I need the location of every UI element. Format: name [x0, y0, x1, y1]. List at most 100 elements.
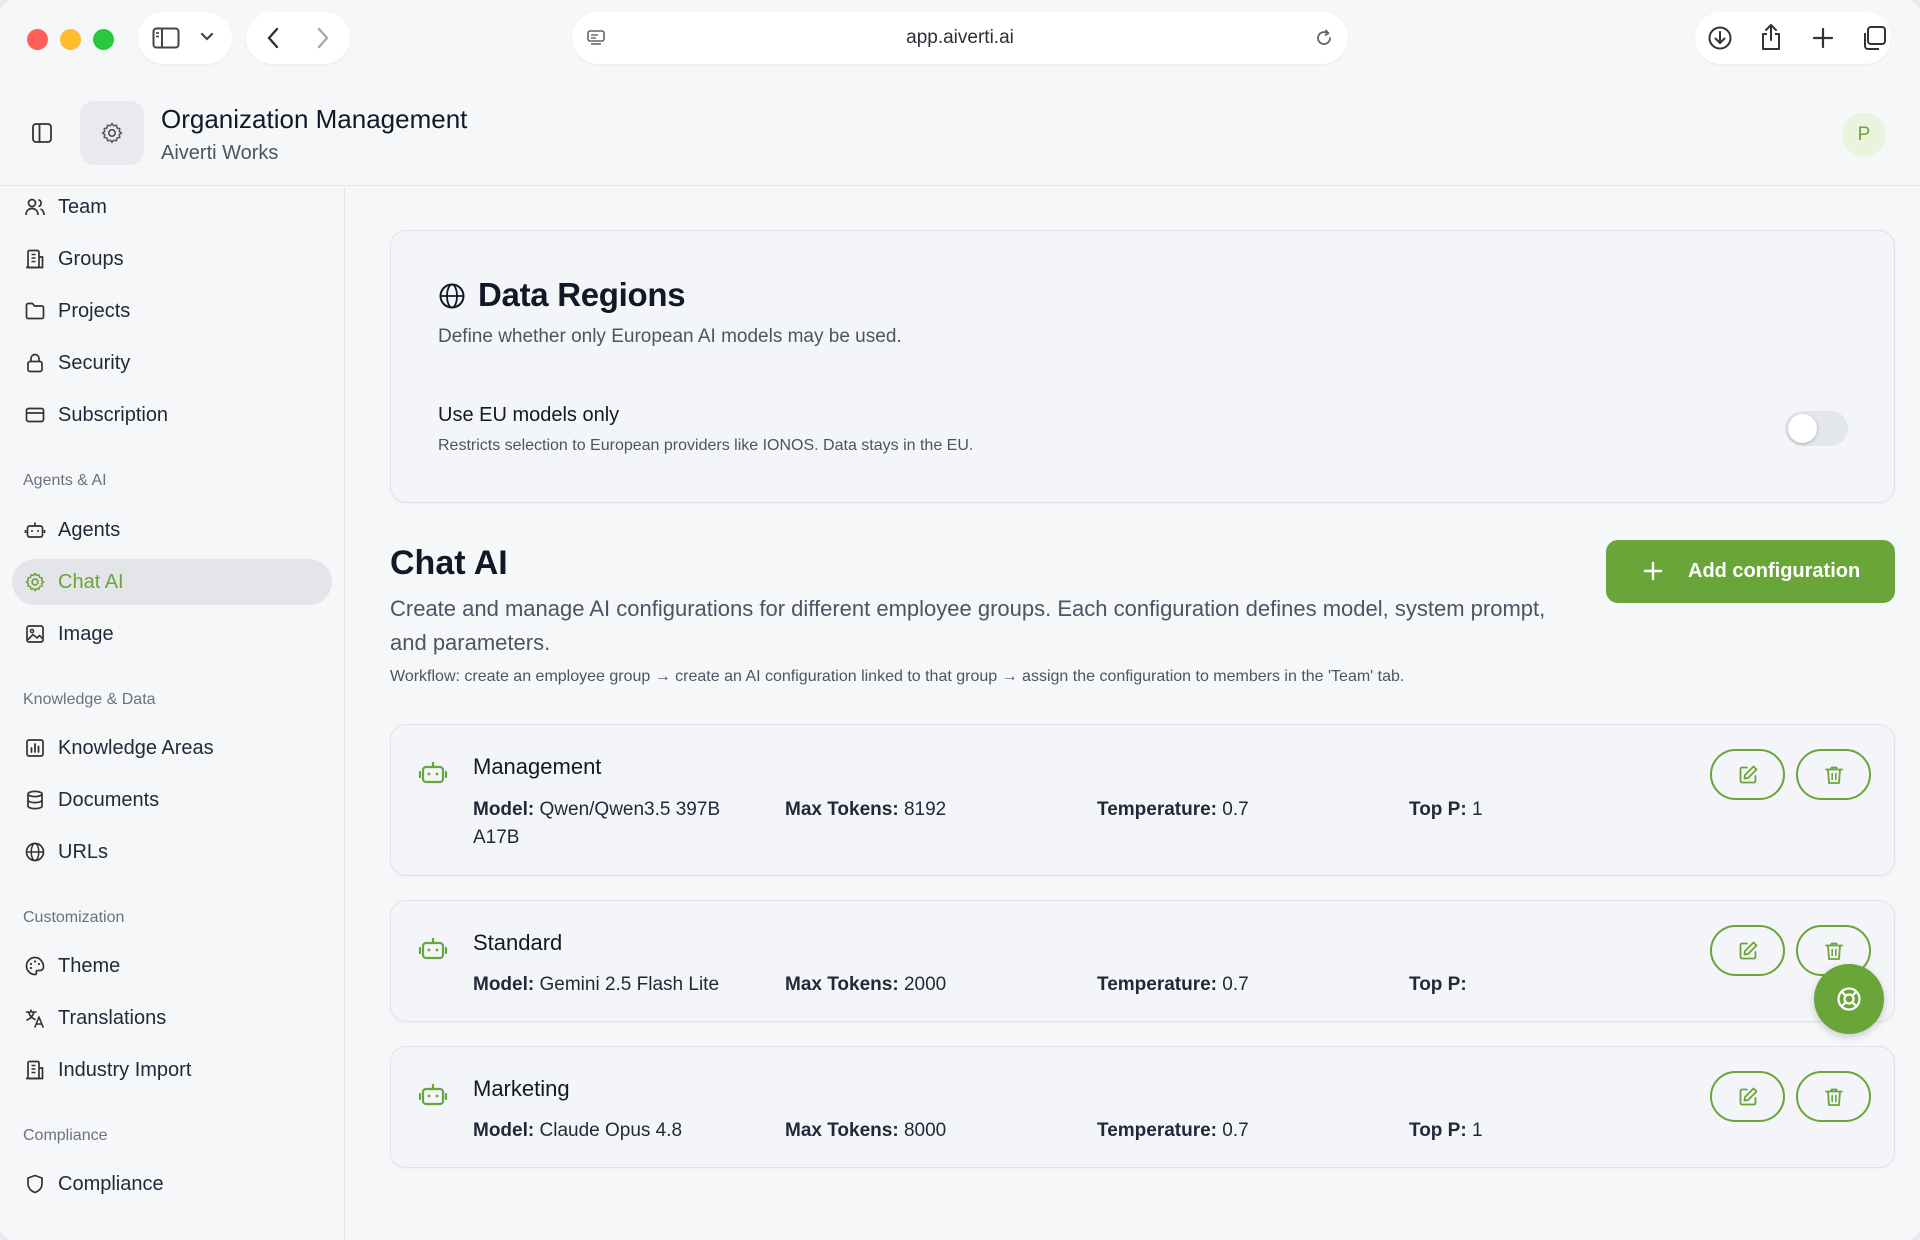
model-value: Claude Opus 4.8 [539, 1120, 683, 1141]
delete-button[interactable] [1796, 749, 1871, 800]
config-model: Model: Claude Opus 4.8 [473, 1117, 682, 1145]
browser-toolbar: app.aiverti.ai [0, 0, 1920, 78]
sidebar-item-label: Security [58, 351, 131, 374]
site-info-icon[interactable] [586, 28, 606, 48]
sidebar-item-label: Knowledge Areas [58, 736, 214, 759]
sidebar-item-chat-ai[interactable]: Chat AI [12, 559, 332, 605]
chat-ai-description: Create and manage AI configurations for … [390, 596, 1546, 655]
sidebar-item-label: Subscription [58, 403, 169, 426]
config-model-continued: A17B [473, 827, 520, 848]
config-top-p: Top P: 1 [1409, 796, 1483, 824]
reload-icon[interactable] [1314, 28, 1334, 48]
data-regions-card [390, 230, 1895, 503]
sidebar-item-team[interactable]: Team [12, 184, 332, 230]
sidebar-item-label: Projects [58, 299, 131, 322]
sidebar-item-projects[interactable]: Projects [12, 288, 332, 334]
address-bar[interactable]: app.aiverti.ai [572, 12, 1348, 64]
model-label: Model: [473, 974, 535, 995]
share-icon[interactable] [1759, 23, 1783, 51]
sidebar-item-label: URLs [58, 840, 109, 863]
sidebar-item-subscription[interactable]: Subscription [12, 392, 332, 438]
users-icon [25, 198, 45, 216]
config-card-marketing [390, 1046, 1895, 1168]
sidebar-item-groups[interactable]: Groups [12, 236, 332, 282]
gear-icon [25, 572, 45, 592]
config-model: Model: Qwen/Qwen3.5 397B [473, 796, 720, 824]
history-nav-group [246, 12, 350, 64]
page-title: Organization Management [161, 104, 468, 134]
add-configuration-button[interactable]: Add configuration [1606, 540, 1895, 603]
sidebar-item-label: Documents [58, 788, 160, 811]
max-tokens-value: 8192 [903, 799, 947, 820]
eu-models-toggle[interactable] [1785, 411, 1848, 446]
model-label: Model: [473, 799, 535, 820]
sidebar-item-industry-import[interactable]: Industry Import [12, 1047, 332, 1093]
edit-button[interactable] [1710, 749, 1785, 800]
trash-icon [1824, 766, 1843, 784]
new-tab-icon[interactable] [1811, 26, 1835, 50]
sidebar-item-label: Translations [58, 1006, 167, 1029]
temperature-label: Temperature: [1097, 974, 1218, 995]
max-tokens-label: Max Tokens: [785, 799, 899, 820]
building-icon [26, 249, 44, 269]
lock-icon [27, 353, 43, 373]
sidebar-item-compliance[interactable]: Compliance [12, 1161, 332, 1207]
sidebar-collapse-icon[interactable] [31, 122, 53, 144]
back-icon[interactable] [266, 27, 280, 49]
sidebar-item-label: Image [58, 622, 114, 645]
sidebar-item-image[interactable]: Image [12, 611, 332, 657]
edit-icon [1739, 1087, 1757, 1105]
temperature-value: 0.7 [1222, 1120, 1249, 1141]
gear-icon [101, 122, 123, 144]
chevron-down-icon[interactable] [200, 32, 214, 42]
sidebar-item-agents[interactable]: Agents [12, 507, 332, 553]
help-button[interactable] [1814, 964, 1884, 1034]
sidebar-item-documents[interactable]: Documents [12, 777, 332, 823]
config-top-p: Top P: 1 [1409, 1117, 1483, 1145]
workflow-hint: Workflow: create an employee group → cre… [390, 668, 1405, 685]
temperature-value: 0.7 [1222, 799, 1249, 820]
eu-models-label: Use EU models only [438, 404, 620, 426]
config-top-p: Top P: [1409, 971, 1467, 999]
lifebuoy-icon [1837, 987, 1861, 1011]
sidebar-item-security[interactable]: Security [12, 340, 332, 386]
sidebar-item-label: Compliance [58, 1172, 164, 1195]
shield-icon [27, 1174, 43, 1194]
sidebar-item-label: Agents [58, 518, 121, 541]
delete-button[interactable] [1796, 1071, 1871, 1122]
eu-models-description: Restricts selection to European provider… [438, 437, 974, 454]
close-window-button[interactable] [27, 29, 48, 50]
bot-icon [418, 762, 448, 784]
forward-icon[interactable] [316, 27, 330, 49]
sidebar-item-knowledge-areas[interactable]: Knowledge Areas [12, 725, 332, 771]
trash-icon [1824, 942, 1843, 960]
sidebar-item-theme[interactable]: Theme [12, 943, 332, 989]
database-icon [27, 790, 43, 810]
config-model: Model: Gemini 2.5 Flash Lite [473, 971, 719, 999]
edit-button[interactable] [1710, 1071, 1785, 1122]
browser-window: app.aiverti.ai Organization Management A… [0, 0, 1920, 1240]
config-max-tokens: Max Tokens: 2000 [785, 971, 946, 999]
edit-button[interactable] [1710, 925, 1785, 976]
config-temperature: Temperature: 0.7 [1097, 1117, 1249, 1145]
top-p-label: Top P: [1409, 1120, 1467, 1141]
sidebar-item-translations[interactable]: Translations [12, 995, 332, 1041]
minimize-window-button[interactable] [60, 29, 81, 50]
download-icon[interactable] [1707, 25, 1733, 51]
maximize-window-button[interactable] [93, 29, 114, 50]
sidebar-item-urls[interactable]: URLs [12, 829, 332, 875]
model-label: Model: [473, 1120, 535, 1141]
globe-icon [25, 842, 45, 862]
image-icon [26, 625, 44, 643]
sidebar-item-label: Groups [58, 247, 124, 270]
top-p-value: 1 [1471, 799, 1483, 820]
palette-icon [25, 956, 45, 976]
avatar[interactable]: P [1842, 113, 1886, 157]
top-p-value: 1 [1471, 1120, 1483, 1141]
bot-icon [418, 1084, 448, 1106]
browser-actions-group [1695, 12, 1891, 64]
edit-icon [1739, 765, 1757, 783]
tab-overview-icon[interactable] [1861, 25, 1887, 51]
sidebar-toggle-icon[interactable] [152, 27, 180, 49]
config-temperature: Temperature: 0.7 [1097, 971, 1249, 999]
